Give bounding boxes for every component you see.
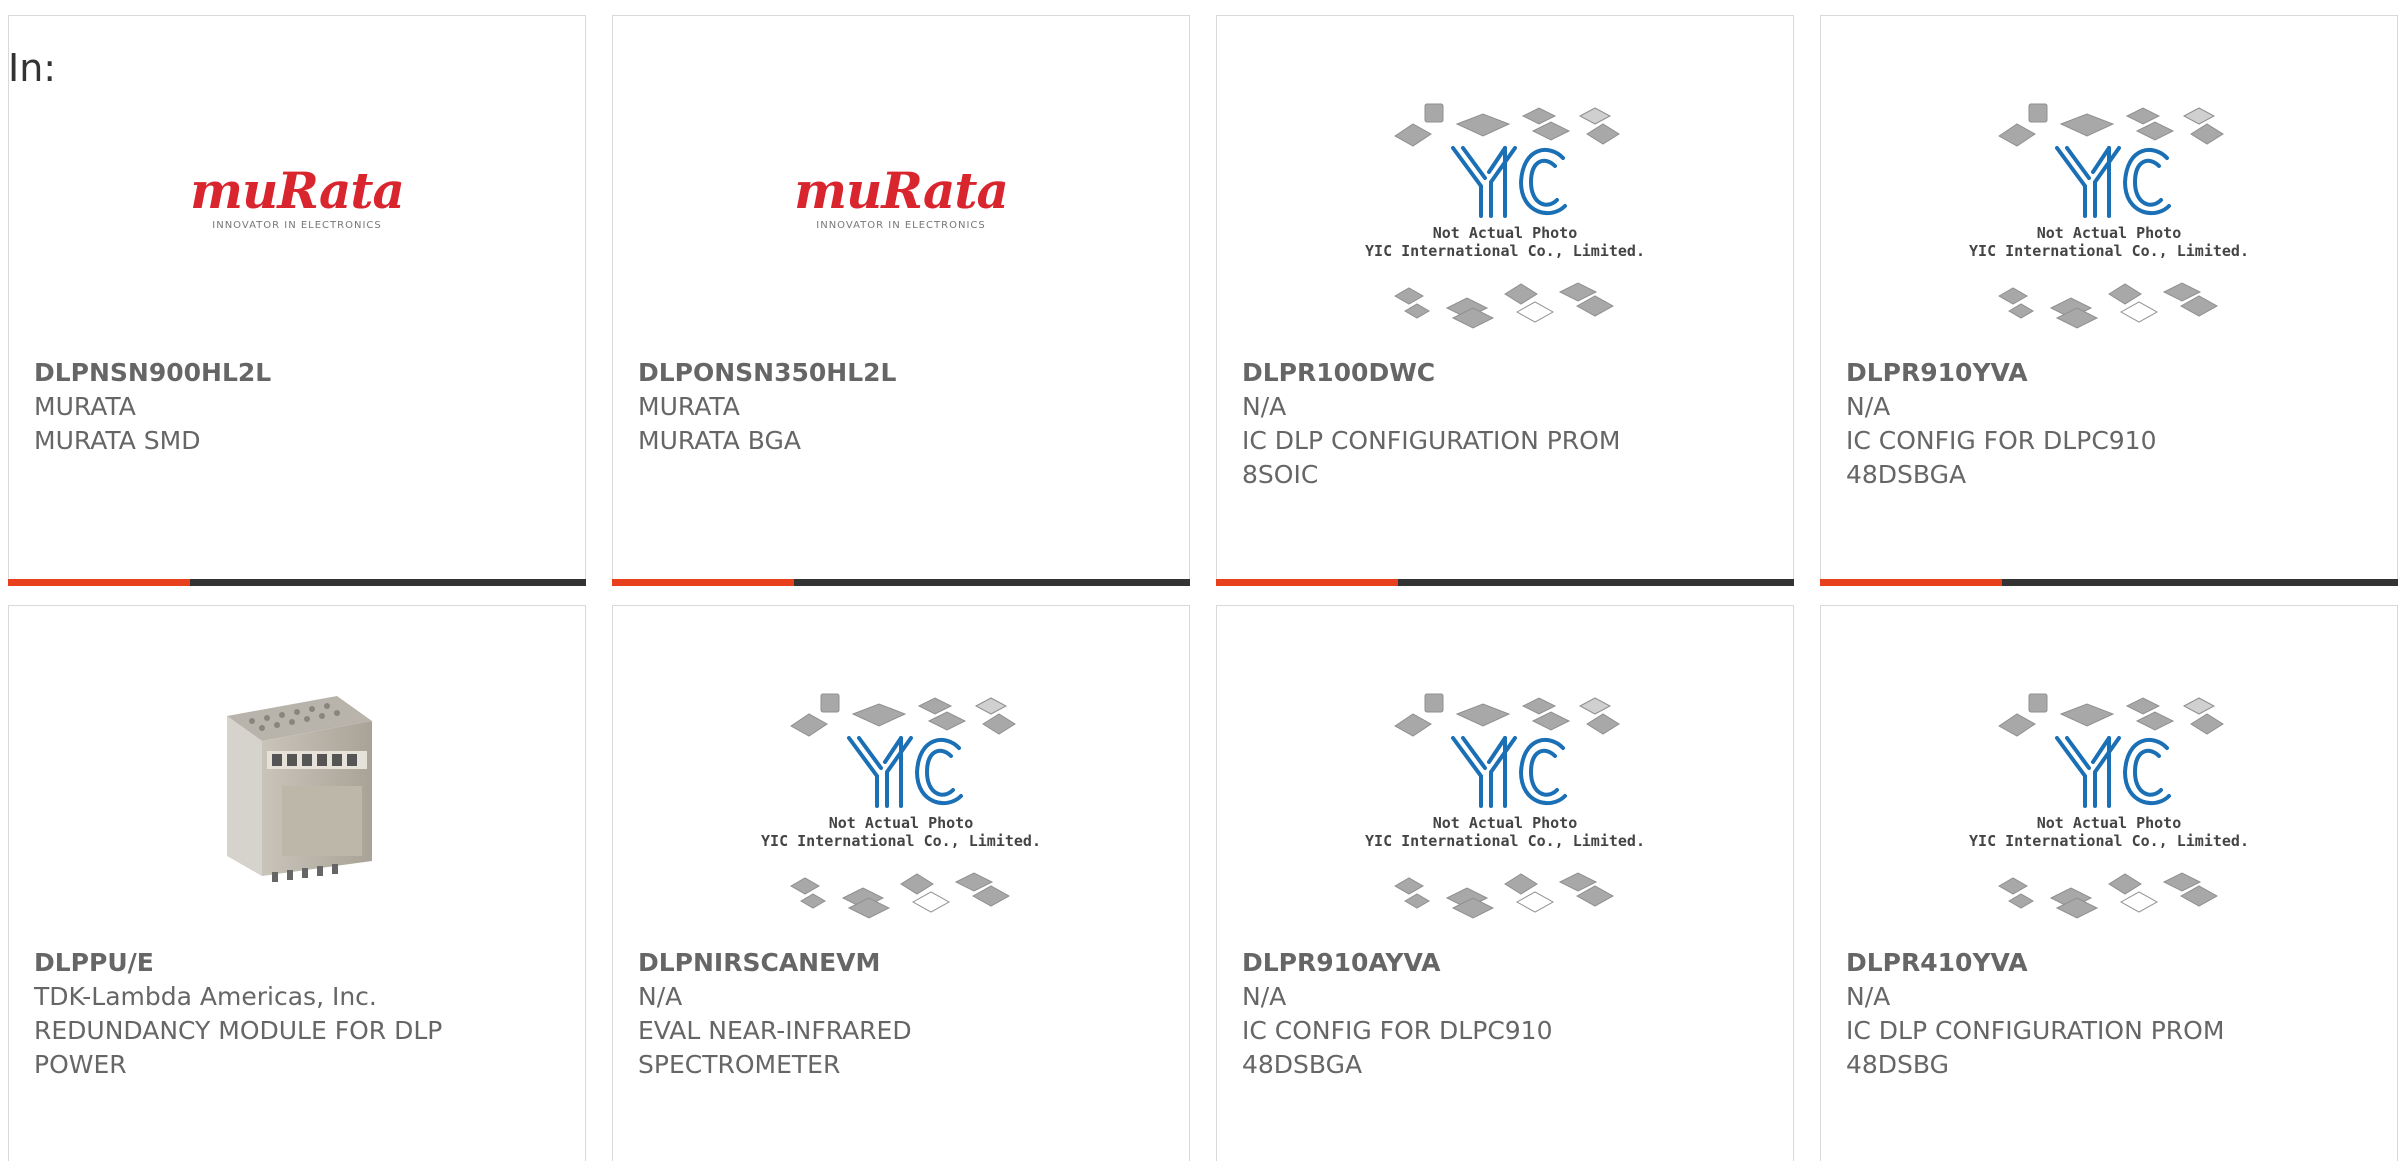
chip-packages-graphic: [789, 693, 1016, 919]
description-line-1: IC CONFIG FOR DLPC910: [1242, 1016, 1553, 1045]
product-card[interactable]: Not Actual Photo YIC International Co., …: [1820, 15, 2398, 586]
product-info: DLPR100DWC N/A IC DLP CONFIGURATION PROM…: [1242, 356, 1773, 492]
description-line-2: POWER: [34, 1050, 127, 1079]
part-number-link[interactable]: DLPR100DWC: [1242, 356, 1773, 390]
description-line-1: MURATA BGA: [638, 426, 801, 455]
description-line-2: 48DSBGA: [1242, 1050, 1363, 1079]
part-number-link[interactable]: DLPONSN350HL2L: [638, 356, 1169, 390]
yic-placeholder-image: Not Actual Photo YIC International Co., …: [1959, 86, 2259, 346]
manufacturer: N/A: [638, 982, 683, 1011]
product-card[interactable]: muRata INNOVATOR IN ELECTRONICS DLPNSN90…: [8, 15, 586, 586]
murata-logo: muRata INNOVATOR IN ELECTRONICS: [771, 161, 1031, 232]
placeholder-caption-line-1: Not Actual Photo: [2036, 224, 2182, 242]
placeholder-caption-line-2: YIC International Co., Limited.: [1969, 242, 2249, 260]
chip-packages-graphic: [1997, 693, 2224, 919]
product-card[interactable]: Not Actual Photo YIC International Co., …: [1216, 15, 1794, 586]
manufacturer: N/A: [1846, 392, 1891, 421]
product-info: DLPNIRSCANEVM N/A EVAL NEAR-INFRARED SPE…: [638, 946, 1169, 1082]
product-card[interactable]: Not Actual Photo YIC International Co., …: [1820, 605, 2398, 1161]
placeholder-caption-line-1: Not Actual Photo: [828, 814, 974, 832]
product-image[interactable]: Not Actual Photo YIC International Co., …: [1217, 86, 1793, 346]
placeholder-caption: Not Actual Photo YIC International Co., …: [1355, 814, 1655, 850]
card-accent-bar: [612, 579, 794, 586]
description-line-2: 8SOIC: [1242, 460, 1319, 489]
product-image[interactable]: Not Actual Photo YIC International Co., …: [1217, 676, 1793, 936]
murata-logo-tagline: INNOVATOR IN ELECTRONICS: [212, 220, 382, 231]
part-number-link[interactable]: DLPR410YVA: [1846, 946, 2377, 980]
card-accent-bar: [8, 579, 190, 586]
manufacturer: N/A: [1846, 982, 1891, 1011]
product-grid: muRata INNOVATOR IN ELECTRONICS DLPNSN90…: [0, 0, 2400, 1161]
product-info: DLPPU/E TDK-Lambda Americas, Inc. REDUND…: [34, 946, 565, 1082]
murata-logo-word: muRata: [794, 161, 1009, 220]
product-image[interactable]: Not Actual Photo YIC International Co., …: [1821, 676, 2397, 936]
product-grid-page: In: muRata INNOVATOR IN ELECTRONICS DLPN…: [0, 0, 2400, 1161]
description-line-1: EVAL NEAR-INFRARED: [638, 1016, 912, 1045]
yic-placeholder-image: Not Actual Photo YIC International Co., …: [1959, 676, 2259, 936]
placeholder-caption: Not Actual Photo YIC International Co., …: [1959, 814, 2259, 850]
placeholder-caption-line-1: Not Actual Photo: [1432, 814, 1578, 832]
part-number-link[interactable]: DLPNSN900HL2L: [34, 356, 565, 390]
description-line-1: REDUNDANCY MODULE FOR DLP: [34, 1016, 443, 1045]
product-image[interactable]: Not Actual Photo YIC International Co., …: [613, 676, 1189, 936]
card-bottom-bar: [1216, 579, 1794, 586]
chip-packages-graphic: [1393, 103, 1620, 329]
placeholder-caption-line-2: YIC International Co., Limited.: [761, 832, 1041, 850]
manufacturer: TDK-Lambda Americas, Inc.: [34, 982, 377, 1011]
card-bottom-bar: [8, 579, 586, 586]
product-info: DLPR910YVA N/A IC CONFIG FOR DLPC910 48D…: [1846, 356, 2377, 492]
description-line-2: 48DSBG: [1846, 1050, 1950, 1079]
manufacturer: MURATA: [638, 392, 740, 421]
description-line-2: 48DSBGA: [1846, 460, 1967, 489]
placeholder-caption-line-2: YIC International Co., Limited.: [1365, 242, 1645, 260]
product-image[interactable]: muRata INNOVATOR IN ELECTRONICS: [9, 86, 585, 346]
card-accent-bar: [1820, 579, 2002, 586]
part-number-link[interactable]: DLPR910YVA: [1846, 356, 2377, 390]
manufacturer: MURATA: [34, 392, 136, 421]
card-accent-bar: [1216, 579, 1398, 586]
card-bottom-bar: [1820, 579, 2398, 586]
placeholder-caption-line-1: Not Actual Photo: [1432, 224, 1578, 242]
power-module-image: [227, 696, 372, 882]
product-info: DLPNSN900HL2L MURATA MURATA SMD: [34, 356, 565, 458]
product-card[interactable]: DLPPU/E TDK-Lambda Americas, Inc. REDUND…: [8, 605, 586, 1161]
placeholder-caption: Not Actual Photo YIC International Co., …: [1355, 224, 1655, 260]
description-line-2: SPECTROMETER: [638, 1050, 841, 1079]
product-info: DLPR910AYVA N/A IC CONFIG FOR DLPC910 48…: [1242, 946, 1773, 1082]
product-image[interactable]: Not Actual Photo YIC International Co., …: [1821, 86, 2397, 346]
product-image[interactable]: [9, 676, 585, 936]
product-card[interactable]: muRata INNOVATOR IN ELECTRONICS DLPONSN3…: [612, 15, 1190, 586]
product-card[interactable]: Not Actual Photo YIC International Co., …: [1216, 605, 1794, 1161]
yic-placeholder-image: Not Actual Photo YIC International Co., …: [1355, 86, 1655, 346]
product-image[interactable]: muRata INNOVATOR IN ELECTRONICS: [613, 86, 1189, 346]
placeholder-caption-line-2: YIC International Co., Limited.: [1365, 832, 1645, 850]
in-label: In:: [8, 46, 57, 90]
manufacturer: N/A: [1242, 392, 1287, 421]
card-bottom-bar: [612, 579, 1190, 586]
part-number-link[interactable]: DLPR910AYVA: [1242, 946, 1773, 980]
murata-logo-word: muRata: [190, 161, 405, 220]
placeholder-caption: Not Actual Photo YIC International Co., …: [751, 814, 1051, 850]
yic-placeholder-image: Not Actual Photo YIC International Co., …: [1355, 676, 1655, 936]
murata-logo-tagline: INNOVATOR IN ELECTRONICS: [816, 220, 986, 231]
description-line-1: MURATA SMD: [34, 426, 201, 455]
description-line-1: IC CONFIG FOR DLPC910: [1846, 426, 2157, 455]
part-number-link[interactable]: DLPPU/E: [34, 946, 565, 980]
murata-logo: muRata INNOVATOR IN ELECTRONICS: [167, 161, 427, 232]
placeholder-caption-line-1: Not Actual Photo: [2036, 814, 2182, 832]
manufacturer: N/A: [1242, 982, 1287, 1011]
description-line-1: IC DLP CONFIGURATION PROM: [1242, 426, 1621, 455]
placeholder-caption: Not Actual Photo YIC International Co., …: [1959, 224, 2259, 260]
product-card[interactable]: Not Actual Photo YIC International Co., …: [612, 605, 1190, 1161]
part-number-link[interactable]: DLPNIRSCANEVM: [638, 946, 1169, 980]
description-line-1: IC DLP CONFIGURATION PROM: [1846, 1016, 2225, 1045]
product-info: DLPONSN350HL2L MURATA MURATA BGA: [638, 356, 1169, 458]
chip-packages-graphic: [1393, 693, 1620, 919]
product-info: DLPR410YVA N/A IC DLP CONFIGURATION PROM…: [1846, 946, 2377, 1082]
chip-packages-graphic: [1997, 103, 2224, 329]
placeholder-caption-line-2: YIC International Co., Limited.: [1969, 832, 2249, 850]
yic-placeholder-image: Not Actual Photo YIC International Co., …: [751, 676, 1051, 936]
